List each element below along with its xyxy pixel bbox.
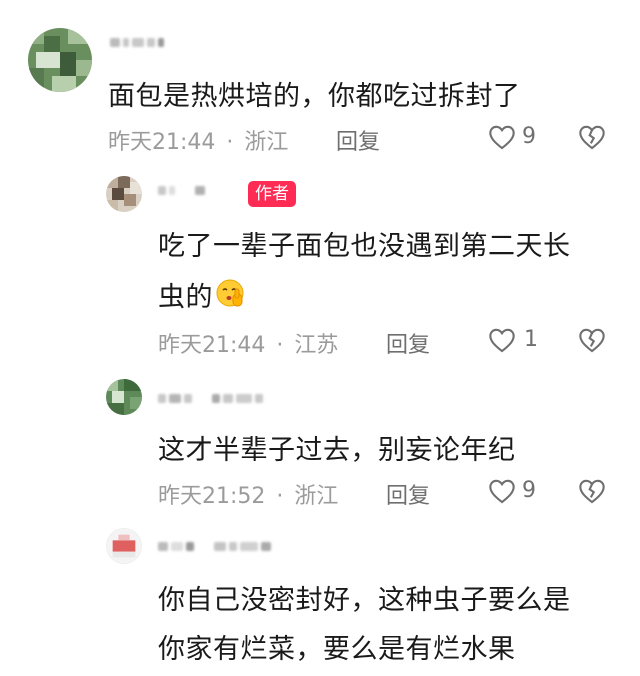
avatar[interactable]	[106, 528, 142, 564]
comment-text: 吃了一辈子面包也没遇到第二天长	[158, 231, 571, 262]
reply-button[interactable]: 回复	[386, 478, 430, 510]
avatar[interactable]	[106, 379, 142, 415]
avatar[interactable]	[28, 28, 92, 92]
comment-time: 昨天21:44	[108, 130, 216, 155]
comment-location: 浙江	[244, 130, 289, 155]
broken-heart-icon[interactable]	[578, 327, 606, 353]
reply-button[interactable]: 回复	[386, 327, 430, 359]
comment-meta: 昨天21:44 · 浙江	[108, 124, 288, 156]
comment-text: 你家有烂菜，要么是有烂水果	[158, 634, 516, 665]
username-blurred[interactable]	[110, 38, 164, 47]
comment-text-line2: 虫的	[158, 275, 247, 314]
comment-text: 这才半辈子过去，别妄论年纪	[158, 435, 516, 466]
reply-button[interactable]: 回复	[336, 124, 380, 156]
comment-location: 江苏	[294, 333, 339, 358]
comment-meta: 昨天21:44 · 江苏	[158, 327, 338, 359]
like-count: 1	[524, 327, 538, 352]
heart-icon[interactable]	[488, 327, 516, 353]
separator: ·	[276, 333, 284, 358]
like-count: 9	[522, 124, 536, 149]
shushing-face-emoji-icon	[216, 279, 244, 307]
comment-location: 浙江	[294, 484, 339, 509]
heart-icon[interactable]	[488, 124, 516, 150]
avatar[interactable]	[106, 176, 142, 212]
comment-text: 面包是热烘培的，你都吃过拆封了	[108, 81, 521, 112]
heart-icon[interactable]	[488, 478, 516, 504]
username-blurred[interactable]	[158, 542, 271, 551]
broken-heart-icon[interactable]	[578, 478, 606, 504]
separator: ·	[226, 130, 234, 155]
author-badge: 作者	[248, 181, 296, 207]
separator: ·	[276, 484, 284, 509]
comment-meta: 昨天21:52 · 浙江	[158, 478, 338, 510]
username-blurred[interactable]	[158, 186, 205, 195]
comment-text: 你自己没密封好，这种虫子要么是	[158, 585, 571, 616]
comment-time: 昨天21:52	[158, 484, 266, 509]
comment-time: 昨天21:44	[158, 333, 266, 358]
comment-text: 虫的	[158, 282, 213, 313]
username-blurred[interactable]	[158, 394, 263, 403]
like-count: 9	[522, 478, 536, 503]
broken-heart-icon[interactable]	[578, 124, 606, 150]
